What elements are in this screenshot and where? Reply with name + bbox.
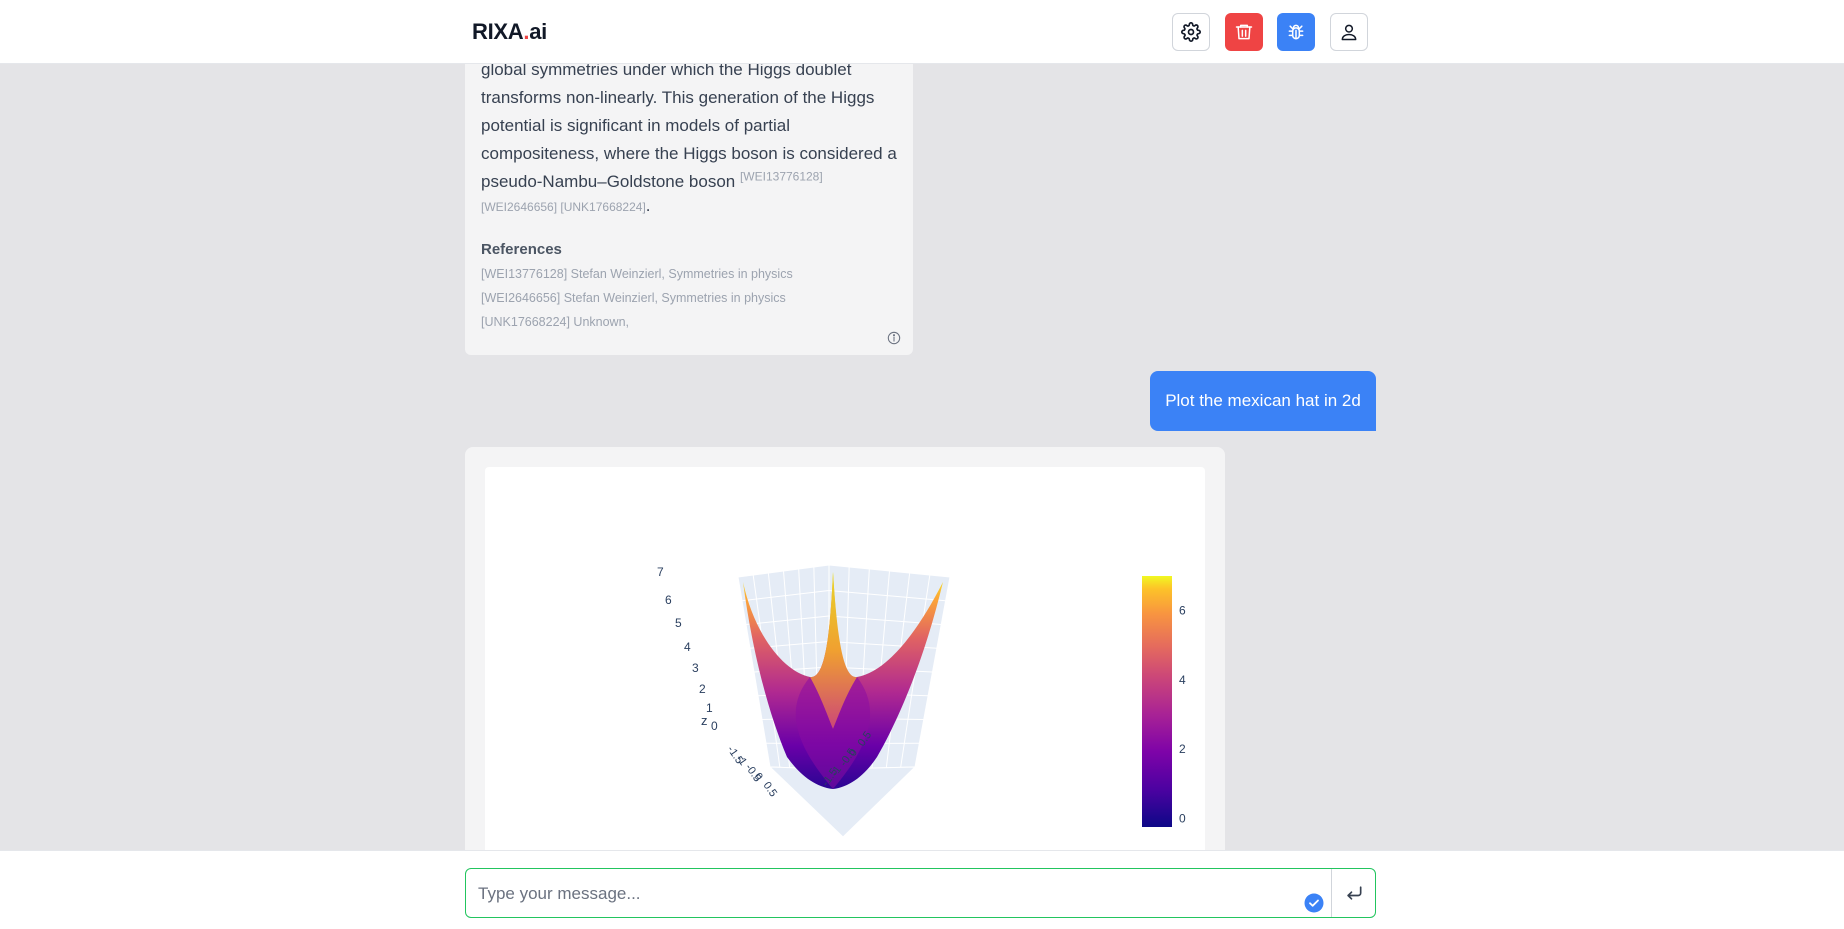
colorbar-ticks: 0 2 4 6	[1179, 604, 1186, 826]
enter-icon	[1347, 886, 1362, 900]
surface-plot-svg[interactable]: 01234567 z -1.5-1-0.500.5 0.50-0.5-1-1.5…	[485, 467, 1205, 867]
references-heading: References	[481, 241, 562, 258]
user-icon	[1341, 24, 1357, 41]
colorbar-tick-label: 6	[1179, 604, 1186, 618]
composer-bar	[0, 850, 1844, 929]
bug-icon	[1288, 24, 1304, 40]
app-header: RIXA.ai	[0, 0, 1844, 64]
user-message-bubble: Plot the mexican hat in 2d	[1150, 371, 1376, 431]
z-tick-label: 4	[684, 640, 691, 654]
info-icon[interactable]	[887, 331, 901, 345]
gear-icon	[1181, 22, 1201, 42]
composer	[465, 868, 1376, 918]
citation-link[interactable]: [WEI13776128]	[740, 169, 823, 183]
assistant-plot-card: 01234567 z -1.5 -1 -0.5 0 0.5 0.5 0 -0.5 -1 -1.5…	[465, 447, 1225, 867]
assistant-message-text: global symmetries under which the Higgs …	[481, 56, 901, 217]
debug-button[interactable]	[1277, 13, 1315, 51]
z-tick-label: 6	[665, 593, 672, 607]
brand-logo[interactable]: RIXA.ai	[472, 19, 547, 45]
answer-line: potential is significant in models of pa…	[481, 116, 790, 135]
z-tick-label: 7	[657, 565, 664, 579]
answer-line: [WEI2646656] [UNK17668224].	[481, 196, 901, 217]
check-badge-icon	[1304, 893, 1324, 913]
citation-link[interactable]: [WEI2646656] [UNK17668224]	[481, 200, 646, 214]
user-message-text: Plot the mexican hat in 2d	[1165, 391, 1361, 410]
z-tick-label: 0	[711, 719, 718, 733]
send-button[interactable]	[1331, 869, 1376, 917]
z-tick-label: 2	[699, 682, 706, 696]
brand-name: RIXA	[472, 19, 524, 44]
surface-plot[interactable]: 01234567 z -1.5 -1 -0.5 0 0.5 0.5 0 -0.5 -1 -1.5…	[485, 467, 1205, 867]
z-tick-label: 3	[692, 661, 699, 675]
answer-period: .	[645, 196, 651, 215]
reference-item[interactable]: [UNK17668224] Unknown,	[481, 315, 629, 329]
answer-line-text: pseudo-Nambu–Goldstone boson	[481, 172, 736, 191]
x-tick-label: 0.5	[761, 780, 780, 799]
user-profile-button[interactable]	[1330, 13, 1368, 51]
answer-line: transforms non-linearly. This generation…	[481, 88, 875, 107]
z-axis-label: z	[701, 713, 708, 728]
trash-icon	[1235, 24, 1253, 40]
settings-button[interactable]	[1172, 13, 1210, 51]
reference-item[interactable]: [WEI2646656] Stefan Weinzierl, Symmetrie…	[481, 291, 786, 305]
clear-chat-button[interactable]	[1225, 13, 1263, 51]
message-input[interactable]	[478, 881, 1298, 907]
z-axis-ticks: 01234567	[657, 565, 718, 733]
answer-line: pseudo-Nambu–Goldstone boson [WEI1377612…	[481, 168, 901, 196]
answer-line: compositeness, where the Higgs boson is …	[481, 144, 897, 163]
colorbar-tick-label: 2	[1179, 742, 1186, 756]
assistant-message-card: global symmetries under which the Higgs …	[465, 40, 913, 355]
colorbar	[1142, 576, 1172, 827]
reference-item[interactable]: [WEI13776128] Stefan Weinzierl, Symmetri…	[481, 267, 793, 281]
colorbar-tick-label: 0	[1179, 811, 1186, 825]
brand-suffix: ai	[529, 19, 547, 44]
z-tick-label: 5	[675, 616, 682, 630]
colorbar-tick-label: 4	[1179, 673, 1186, 687]
